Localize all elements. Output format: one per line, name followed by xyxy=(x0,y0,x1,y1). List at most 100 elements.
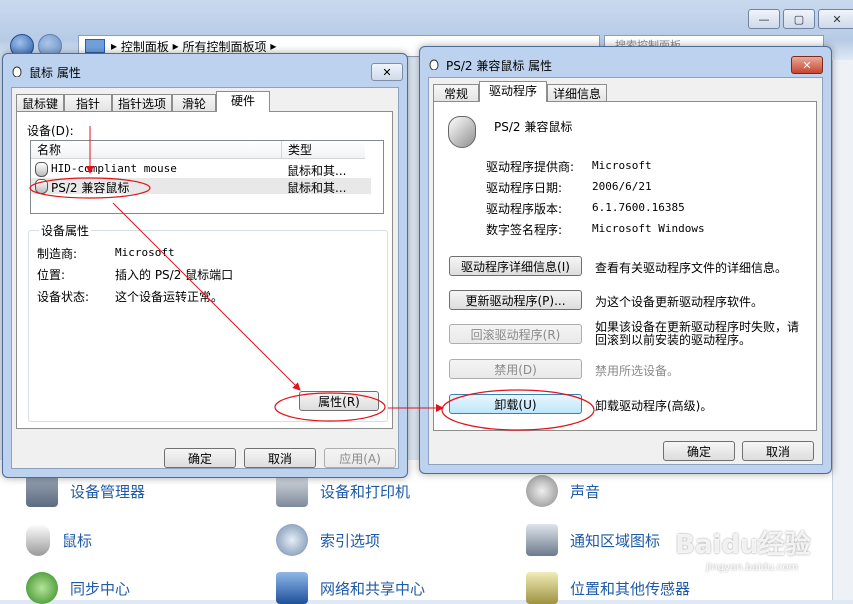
mouse-icon xyxy=(429,59,439,70)
info-key: 数字签名程序: xyxy=(486,223,563,237)
cp-item-mouse[interactable]: 鼠标 xyxy=(26,524,92,556)
mouse-properties-dialog: 鼠标 属性 ✕ 鼠标键 指针 指针选项 滑轮 硬件 设备(D): 名称 类型 H… xyxy=(2,53,408,478)
close-button[interactable]: ✕ xyxy=(371,63,403,81)
breadcrumb-separator: ▸ xyxy=(266,39,277,53)
action-description: 卸载驱动程序(高级)。 xyxy=(595,399,713,413)
cp-item-devices-printers[interactable]: 设备和打印机 xyxy=(276,475,410,507)
cp-item-label: 索引选项 xyxy=(320,531,381,550)
mouse-icon xyxy=(35,179,48,194)
cp-item-label: 设备管理器 xyxy=(70,482,146,501)
info-value: Microsoft Windows xyxy=(592,222,705,235)
apply-button[interactable]: 应用(A) xyxy=(324,448,396,468)
dialog-body: 常规 驱动程序 详细信息 PS/2 兼容鼠标 驱动程序提供商: Microsof… xyxy=(428,77,823,465)
action-description: 如果该设备在更新驱动程序时失败，请回滚到以前安装的驱动程序。 xyxy=(595,320,800,347)
property-key: 位置: xyxy=(37,268,66,282)
close-button[interactable]: ✕ xyxy=(818,9,853,29)
device-name: PS/2 兼容鼠标 xyxy=(51,181,130,195)
tab-buttons[interactable]: 鼠标键 xyxy=(16,94,64,112)
cp-item-index-options[interactable]: 索引选项 xyxy=(276,524,380,556)
dialog-body: 鼠标键 指针 指针选项 滑轮 硬件 设备(D): 名称 类型 HID-compl… xyxy=(11,87,399,469)
uninstall-button[interactable]: 卸载(U) xyxy=(449,394,582,414)
column-header-name[interactable]: 名称 xyxy=(31,141,281,159)
cp-item-label: 同步中心 xyxy=(70,579,131,598)
breadcrumb-item-control-panel[interactable]: 控制面板 xyxy=(121,38,169,55)
properties-button[interactable]: 属性(R) xyxy=(299,391,379,411)
table-row[interactable]: HID-compliant mouse 鼠标和其... xyxy=(31,161,371,178)
tab-driver[interactable]: 驱动程序 xyxy=(479,81,547,102)
mouse-icon xyxy=(35,162,48,177)
window-controls: — ▢ ✕ xyxy=(745,9,853,29)
info-value: 2006/6/21 xyxy=(592,180,652,193)
close-button[interactable]: ✕ xyxy=(791,56,823,74)
tab-wheel[interactable]: 滑轮 xyxy=(172,94,216,112)
column-header-type[interactable]: 类型 xyxy=(281,141,365,159)
action-description: 为这个设备更新驱动程序软件。 xyxy=(595,295,764,309)
cp-item-label: 鼠标 xyxy=(62,531,93,550)
info-key: 驱动程序日期: xyxy=(486,181,563,195)
dialog-title: 鼠标 属性 xyxy=(29,66,81,80)
cancel-button[interactable]: 取消 xyxy=(742,441,814,461)
printer-icon xyxy=(276,475,308,507)
cp-item-network[interactable]: 网络和共享中心 xyxy=(276,572,425,604)
property-value: 这个设备运转正常。 xyxy=(115,290,224,304)
device-type: 鼠标和其... xyxy=(287,181,347,195)
tab-details[interactable]: 详细信息 xyxy=(547,84,607,102)
cancel-button[interactable]: 取消 xyxy=(244,448,316,468)
hardware-panel: 设备(D): 名称 类型 HID-compliant mouse 鼠标和其...… xyxy=(16,111,393,429)
tab-general[interactable]: 常规 xyxy=(433,84,479,102)
device-name: HID-compliant mouse xyxy=(51,162,177,175)
ps2-mouse-properties-dialog: PS/2 兼容鼠标 属性 ✕ 常规 驱动程序 详细信息 PS/2 兼容鼠标 驱动… xyxy=(419,46,832,474)
property-value: Microsoft xyxy=(115,246,175,259)
property-key: 制造商: xyxy=(37,247,78,261)
device-type: 鼠标和其... xyxy=(287,164,347,178)
ok-button[interactable]: 确定 xyxy=(164,448,236,468)
table-row[interactable]: PS/2 兼容鼠标 鼠标和其... xyxy=(31,178,371,195)
driver-details-button[interactable]: 驱动程序详细信息(I) xyxy=(449,256,582,276)
breadcrumb-separator: ▸ xyxy=(111,39,121,53)
disable-button[interactable]: 禁用(D) xyxy=(449,359,582,379)
cp-item-sensors[interactable]: 位置和其他传感器 xyxy=(526,572,690,604)
cp-item-label: 声音 xyxy=(570,482,601,501)
info-value: Microsoft xyxy=(592,159,652,172)
breadcrumb-separator: ▸ xyxy=(168,39,183,53)
update-driver-button[interactable]: 更新驱动程序(P)... xyxy=(449,290,582,310)
tab-pointer-options[interactable]: 指针选项 xyxy=(112,94,172,112)
rollback-driver-button[interactable]: 回滚驱动程序(R) xyxy=(449,324,582,344)
cp-item-label: 设备和打印机 xyxy=(320,482,411,501)
driver-panel: PS/2 兼容鼠标 驱动程序提供商: Microsoft 驱动程序日期: 200… xyxy=(433,101,817,431)
info-value: 6.1.7600.16385 xyxy=(592,201,685,214)
notification-area-icon xyxy=(526,524,558,556)
speaker-icon xyxy=(526,475,558,507)
network-icon xyxy=(276,572,308,604)
watermark-url: jingyan.baidu.com xyxy=(706,562,799,573)
sync-center-icon xyxy=(26,572,58,604)
action-description: 禁用所选设备。 xyxy=(595,364,680,378)
device-list[interactable]: 名称 类型 HID-compliant mouse 鼠标和其... PS/2 兼… xyxy=(30,140,384,214)
close-icon: ✕ xyxy=(802,58,812,72)
tab-pointers[interactable]: 指针 xyxy=(64,94,112,112)
dialog-title: PS/2 兼容鼠标 属性 xyxy=(446,59,553,73)
minimize-button[interactable]: — xyxy=(748,9,780,29)
breadcrumb-item-all-items[interactable]: 所有控制面板项 xyxy=(183,38,267,55)
info-key: 驱动程序版本: xyxy=(486,202,563,216)
vertical-scrollbar[interactable] xyxy=(832,60,853,600)
group-title: 设备属性 xyxy=(39,222,92,239)
device-name: PS/2 兼容鼠标 xyxy=(494,120,573,134)
cp-item-label: 位置和其他传感器 xyxy=(570,579,691,598)
tab-hardware[interactable]: 硬件 xyxy=(216,91,270,112)
mouse-icon xyxy=(448,116,476,148)
watermark-brand: Baidu经验 xyxy=(675,530,811,560)
ok-button[interactable]: 确定 xyxy=(663,441,735,461)
cp-item-sound[interactable]: 声音 xyxy=(526,475,600,507)
maximize-button[interactable]: ▢ xyxy=(783,9,815,29)
mouse-icon xyxy=(12,66,22,77)
cp-item-notification-area[interactable]: 通知区域图标 xyxy=(526,524,660,556)
close-icon: ✕ xyxy=(382,65,392,79)
device-manager-icon xyxy=(26,475,58,507)
property-value: 插入的 PS/2 鼠标端口 xyxy=(115,268,234,282)
cp-item-sync-center[interactable]: 同步中心 xyxy=(26,572,130,604)
property-key: 设备状态: xyxy=(37,290,90,304)
cp-item-label: 网络和共享中心 xyxy=(320,579,426,598)
cp-item-device-manager[interactable]: 设备管理器 xyxy=(26,475,145,507)
cp-item-label: 通知区域图标 xyxy=(570,531,661,550)
